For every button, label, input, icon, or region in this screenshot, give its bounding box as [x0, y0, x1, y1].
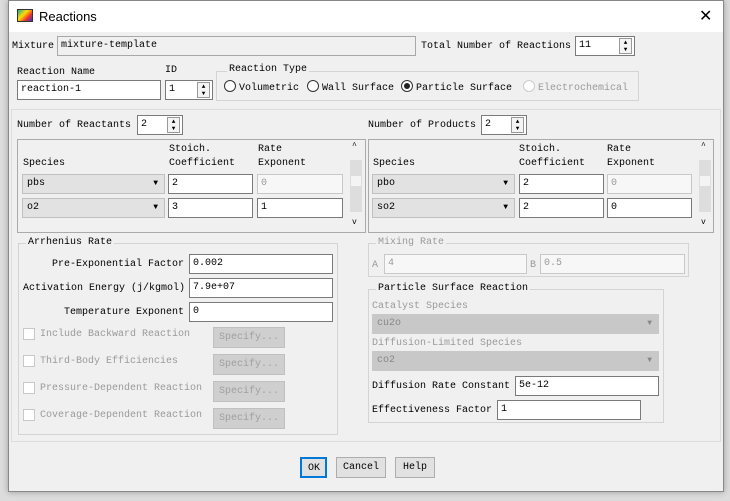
radio-particle-surface[interactable]: Particle Surface — [401, 80, 512, 94]
catalyst-select: cu2o ▼ — [372, 314, 659, 334]
specify-coverage-button: Specify... — [213, 408, 285, 429]
radio-selected-icon — [401, 80, 413, 92]
diffusion-species-label: Diffusion-Limited Species — [372, 338, 523, 349]
arrhenius-title: Arrhenius Rate — [26, 237, 115, 248]
temp-exponent-input[interactable]: 0 — [189, 302, 333, 322]
effectiveness-label: Effectiveness Factor — [372, 405, 493, 416]
mixture-label: Mixture — [12, 41, 55, 52]
reactant-species-select[interactable]: o2 ▼ — [22, 198, 165, 218]
reactants-table: Species Stoich. Coefficient Rate Exponen… — [17, 139, 366, 233]
mixing-a-label: A — [372, 260, 379, 271]
reactions-dialog: Reactions ✕ Mixture mixture-template Tot… — [8, 0, 724, 492]
third-body-label: Third-Body Efficiencies — [40, 356, 179, 367]
cancel-button[interactable]: Cancel — [336, 457, 386, 478]
id-label: ID — [165, 65, 178, 76]
radio-wall-surface[interactable]: Wall Surface — [307, 80, 394, 94]
rate-header-2: Exponent — [258, 158, 307, 169]
radio-icon — [224, 80, 236, 92]
products-table: Species Stoich. Coefficient Rate Exponen… — [368, 139, 714, 233]
close-icon[interactable]: ✕ — [699, 6, 712, 25]
products-label: Number of Products — [368, 120, 477, 131]
diffusion-rate-label: Diffusion Rate Constant — [372, 381, 511, 392]
mixing-rate-title: Mixing Rate — [376, 237, 447, 248]
specify-third-body-button: Specify... — [213, 354, 285, 375]
app-icon — [17, 9, 33, 22]
reactants-label: Number of Reactants — [17, 120, 132, 131]
species-header: Species — [373, 158, 416, 169]
reaction-type-title-text: Reaction Type — [227, 64, 310, 75]
help-button[interactable]: Help — [395, 457, 435, 478]
mixing-b-input: 0.5 — [540, 254, 685, 274]
species-header: Species — [23, 158, 66, 169]
pre-exp-label: Pre-Exponential Factor — [52, 259, 185, 270]
pressure-dependent-checkbox — [23, 382, 35, 394]
product-stoich-input[interactable]: 2 — [519, 198, 604, 218]
backward-reaction-checkbox — [23, 328, 35, 340]
mixture-field: mixture-template — [57, 36, 416, 56]
product-rate-input[interactable]: 0 — [607, 198, 692, 218]
reactant-stoich-input[interactable]: 2 — [168, 174, 253, 194]
product-rate-input: 0 — [607, 174, 692, 194]
product-stoich-input[interactable]: 2 — [519, 174, 604, 194]
ok-button[interactable]: OK — [300, 457, 327, 478]
radio-volumetric[interactable]: Volumetric — [224, 80, 299, 94]
id-spinner[interactable]: ▲ ▼ — [197, 82, 210, 98]
reaction-name-input[interactable]: reaction-1 — [17, 80, 161, 100]
rate-header-2: Exponent — [607, 158, 656, 169]
pre-exp-input[interactable]: 0.002 — [189, 254, 333, 274]
chevron-down-icon: ▼ — [503, 203, 508, 212]
rate-header: Rate — [258, 144, 283, 155]
backward-reaction-label: Include Backward Reaction — [40, 329, 191, 340]
mixing-a-input: 4 — [384, 254, 527, 274]
reactant-species-select[interactable]: pbs ▼ — [22, 174, 165, 194]
window-title: Reactions — [39, 9, 97, 24]
radio-electrochemical: Electrochemical — [523, 80, 628, 94]
products-spinner[interactable]: ▲ ▼ — [511, 117, 524, 133]
reactants-spinner[interactable]: ▲ ▼ — [167, 117, 180, 133]
product-species-select[interactable]: so2 ▼ — [372, 198, 515, 218]
stoich-header: Stoich. — [519, 144, 562, 155]
activation-energy-label: Activation Energy (j/kgmol) — [23, 283, 186, 294]
mixing-b-label: B — [530, 260, 537, 271]
specify-pressure-button: Specify... — [213, 381, 285, 402]
reactant-stoich-input[interactable]: 3 — [168, 198, 253, 218]
total-reactions-spinner[interactable]: ▲ ▼ — [619, 38, 632, 54]
total-reactions-label: Total Number of Reactions — [421, 41, 572, 52]
chevron-down-icon: ▼ — [503, 179, 508, 188]
temp-exponent-label: Temperature Exponent — [64, 307, 185, 318]
stoich-header-2: Coefficient — [169, 158, 236, 169]
specify-backward-button: Specify... — [213, 327, 285, 348]
activation-energy-input[interactable]: 7.9e+07 — [189, 278, 333, 298]
third-body-checkbox — [23, 355, 35, 367]
chevron-down-icon: ▼ — [647, 356, 652, 365]
reaction-name-label: Reaction Name — [17, 67, 96, 78]
chevron-down-icon: ▼ — [153, 203, 158, 212]
radio-icon — [307, 80, 319, 92]
chevron-down-icon: ▼ — [647, 319, 652, 328]
products-scrollbar[interactable]: ^ v — [698, 140, 712, 232]
pressure-dependent-label: Pressure-Dependent Reaction — [40, 383, 203, 394]
particle-surface-title: Particle Surface Reaction — [376, 283, 531, 294]
reactant-rate-input: 0 — [257, 174, 343, 194]
title-bar: Reactions ✕ — [9, 1, 723, 32]
radio-icon — [523, 80, 535, 92]
diffusion-rate-input[interactable]: 5e-12 — [515, 376, 659, 396]
reactant-rate-input[interactable]: 1 — [257, 198, 343, 218]
product-species-select[interactable]: pbo ▼ — [372, 174, 515, 194]
rate-header: Rate — [607, 144, 632, 155]
diffusion-species-select: co2 ▼ — [372, 351, 659, 371]
stoich-header: Stoich. — [169, 144, 212, 155]
chevron-down-icon: ▼ — [153, 179, 158, 188]
catalyst-label: Catalyst Species — [372, 301, 469, 312]
effectiveness-input[interactable]: 1 — [497, 400, 641, 420]
reactants-scrollbar[interactable]: ^ v — [349, 140, 363, 232]
coverage-dependent-label: Coverage-Dependent Reaction — [40, 410, 203, 421]
coverage-dependent-checkbox — [23, 409, 35, 421]
stoich-header-2: Coefficient — [519, 158, 586, 169]
